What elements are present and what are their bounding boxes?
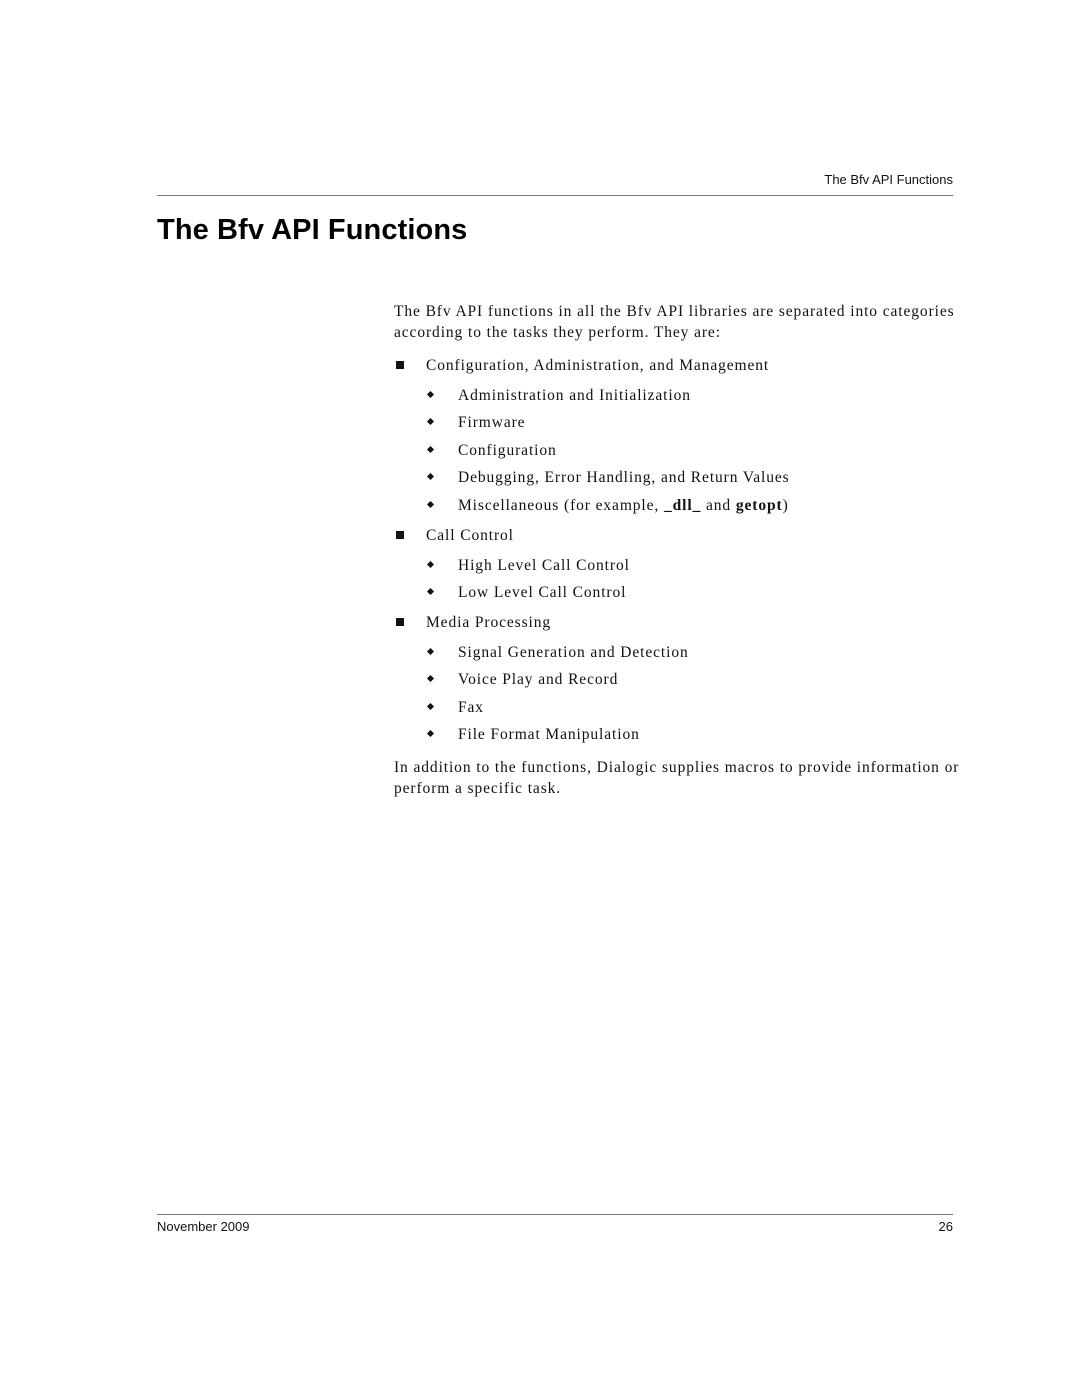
subcategory-label: Voice Play and Record bbox=[458, 671, 619, 689]
subcategory-item: Low Level Call Control bbox=[426, 582, 790, 603]
subcategory-item: Signal Generation and Detection bbox=[426, 642, 790, 663]
subcategory-item: Fax bbox=[426, 697, 790, 718]
category-item: Call Control High Level Call Control Low… bbox=[394, 525, 790, 603]
header-rule bbox=[157, 195, 953, 196]
square-bullet-icon bbox=[396, 361, 404, 369]
footer-rule bbox=[157, 1214, 953, 1215]
intro-paragraph: The Bfv API functions in all the Bfv API… bbox=[394, 303, 955, 341]
outro-paragraph: In addition to the functions, Dialogic s… bbox=[394, 759, 960, 797]
misc-suffix: ) bbox=[782, 496, 789, 514]
category-item: Configuration, Administration, and Manag… bbox=[394, 355, 790, 516]
diamond-bullet-icon bbox=[426, 647, 435, 655]
subcategory-list: High Level Call Control Low Level Call C… bbox=[426, 555, 790, 603]
subcategory-item: File Format Manipulation bbox=[426, 724, 790, 745]
subcategory-item-misc: Miscellaneous (for example, _dll_ and ge… bbox=[426, 495, 790, 516]
category-label: Call Control bbox=[426, 526, 514, 544]
diamond-bullet-icon bbox=[426, 560, 435, 568]
page-number: 26 bbox=[938, 1219, 953, 1234]
category-label: Media Processing bbox=[426, 613, 552, 631]
diamond-bullet-icon bbox=[426, 418, 435, 426]
diamond-bullet-icon bbox=[426, 587, 435, 595]
subcategory-label: Low Level Call Control bbox=[458, 583, 627, 601]
subcategory-item: Voice Play and Record bbox=[426, 669, 790, 690]
misc-middle: and bbox=[701, 496, 736, 514]
diamond-bullet-icon bbox=[426, 500, 435, 508]
page-title: The Bfv API Functions bbox=[157, 214, 468, 246]
misc-prefix: Miscellaneous (for example, bbox=[458, 496, 664, 514]
running-header: The Bfv API Functions bbox=[824, 172, 953, 187]
code-getopt: getopt bbox=[735, 496, 783, 514]
subcategory-label: Debugging, Error Handling, and Return Va… bbox=[458, 469, 790, 487]
diamond-bullet-icon bbox=[426, 445, 435, 453]
diamond-bullet-icon bbox=[426, 702, 435, 710]
category-label: Configuration, Administration, and Manag… bbox=[426, 357, 770, 374]
diamond-bullet-icon bbox=[426, 730, 435, 738]
square-bullet-icon bbox=[396, 530, 404, 539]
subcategory-label: Fax bbox=[458, 698, 484, 716]
subcategory-label: High Level Call Control bbox=[458, 556, 630, 574]
code-dll: _dll_ bbox=[663, 496, 702, 514]
diamond-bullet-icon bbox=[426, 390, 435, 399]
subcategory-item: Administration and Initialization bbox=[426, 385, 790, 406]
subcategory-label: Signal Generation and Detection bbox=[458, 643, 689, 661]
category-list: Configuration, Administration, and Manag… bbox=[394, 355, 790, 754]
category-item: Media Processing Signal Generation and D… bbox=[394, 612, 790, 745]
subcategory-item: Configuration bbox=[426, 440, 790, 461]
subcategory-list: Administration and Initialization Firmwa… bbox=[426, 385, 790, 516]
subcategory-item: High Level Call Control bbox=[426, 555, 790, 576]
square-bullet-icon bbox=[396, 617, 404, 626]
subcategory-list: Signal Generation and Detection Voice Pl… bbox=[426, 642, 790, 745]
footer-date: November 2009 bbox=[157, 1219, 250, 1234]
subcategory-label: Administration and Initialization bbox=[458, 387, 691, 404]
diamond-bullet-icon bbox=[426, 675, 435, 683]
subcategory-label: Configuration bbox=[458, 441, 557, 459]
subcategory-item: Firmware bbox=[426, 412, 790, 433]
diamond-bullet-icon bbox=[426, 473, 435, 481]
subcategory-label: File Format Manipulation bbox=[458, 726, 640, 744]
subcategory-item: Debugging, Error Handling, and Return Va… bbox=[426, 467, 790, 488]
subcategory-label: Firmware bbox=[458, 414, 526, 432]
